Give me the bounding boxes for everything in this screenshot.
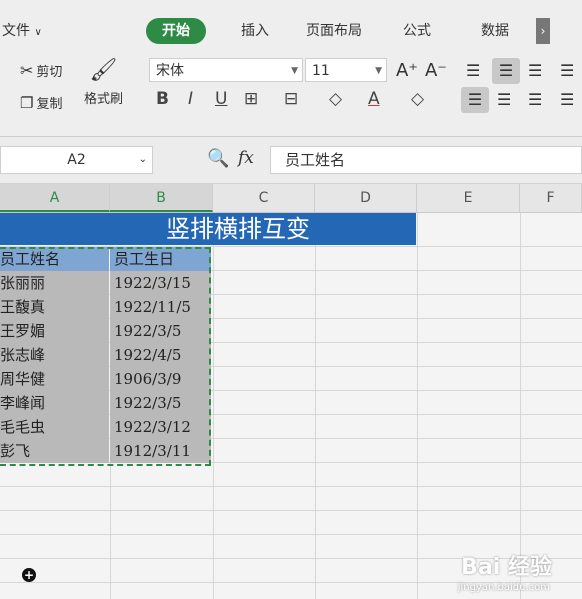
chevron-down-icon: ▼: [291, 66, 298, 76]
align-left-icon[interactable]: ☰: [461, 87, 489, 113]
chevron-down-icon: ∨: [34, 27, 42, 38]
font-decrease-icon: A⁻: [425, 60, 447, 81]
watermark-logo: Bai 经验: [461, 555, 552, 580]
justify-icon[interactable]: ☰: [560, 90, 574, 109]
formula-bar: A2 ⌄ 🔍 fx 员工姓名: [0, 137, 582, 184]
tab-insert[interactable]: 插入: [241, 18, 269, 44]
name-box[interactable]: A2 ⌄: [0, 146, 153, 174]
align-center-icon[interactable]: ☰: [497, 90, 511, 109]
column-header-e[interactable]: E: [417, 184, 520, 212]
tab-page-layout[interactable]: 页面布局: [306, 18, 362, 44]
font-name-select[interactable]: 宋体 ▼: [149, 58, 303, 82]
column-header-c[interactable]: C: [213, 184, 315, 212]
column-header-b[interactable]: B: [110, 184, 213, 212]
font-color-icon[interactable]: A: [368, 89, 380, 109]
font-increase-icon: A⁺: [396, 60, 418, 81]
column-headers: A B C D E F: [0, 184, 582, 213]
copy-button[interactable]: ❐ 复制: [20, 93, 62, 113]
tab-file[interactable]: 文件 ∨: [2, 18, 42, 44]
formula-input[interactable]: 员工姓名: [270, 146, 582, 174]
crosshair-cursor-icon: +: [22, 568, 36, 582]
align-right-icon[interactable]: ☰: [528, 90, 542, 109]
italic-icon[interactable]: I: [188, 89, 193, 109]
tab-formulas[interactable]: 公式: [403, 18, 431, 44]
cut-button[interactable]: ✂ 剪切: [20, 61, 62, 80]
cell-style-icon[interactable]: ⊟: [284, 89, 298, 109]
merged-title-cell[interactable]: 竖排横排互变: [0, 213, 416, 245]
decrease-font-button[interactable]: A⁻: [425, 60, 447, 81]
fx-icon[interactable]: fx: [238, 148, 254, 168]
chevron-down-icon: ⌄: [138, 154, 147, 165]
column-header-f[interactable]: F: [520, 184, 582, 212]
font-size-select[interactable]: 11 ▼: [305, 58, 387, 82]
sheet-grid[interactable]: 竖排横排互变 员工姓名 员工生日 张丽丽 1922/3/15 王馥真 1922/11/…: [0, 213, 582, 599]
align-bottom-icon[interactable]: ☰: [528, 61, 542, 80]
scissors-icon: ✂: [20, 61, 34, 80]
tab-data[interactable]: 数据: [481, 18, 509, 44]
watermark-url: jingyan.baidu.com: [457, 582, 550, 593]
bold-icon[interactable]: B: [156, 89, 169, 109]
wrap-icon[interactable]: ☰: [560, 61, 574, 80]
format-painter-button[interactable]: 🖌 格式刷: [84, 58, 123, 108]
tab-home[interactable]: 开始: [146, 18, 206, 44]
eraser-icon[interactable]: ◇: [411, 89, 424, 109]
border-icon[interactable]: ⊞: [244, 89, 258, 109]
ribbon: 文件 ∨ 开始 插入 页面布局 公式 数据 › ✂ 剪切 ❐ 复制 🖌 格式刷 …: [0, 0, 582, 137]
fill-color-icon[interactable]: ◇: [329, 89, 342, 109]
chevron-down-icon: ▼: [375, 66, 382, 76]
ribbon-more-button[interactable]: ›: [536, 18, 550, 44]
column-header-a[interactable]: A: [0, 184, 110, 212]
underline-icon[interactable]: U: [215, 89, 227, 109]
paintbrush-icon: 🖌: [89, 58, 118, 83]
align-middle-icon[interactable]: ☰: [492, 58, 520, 84]
align-top-icon[interactable]: ☰: [466, 61, 480, 80]
copy-selection-marquee: [0, 247, 211, 466]
column-header-d[interactable]: D: [315, 184, 417, 212]
zoom-icon[interactable]: 🔍: [207, 148, 229, 169]
increase-font-button[interactable]: A⁺: [396, 60, 418, 81]
copy-icon: ❐: [20, 93, 34, 112]
